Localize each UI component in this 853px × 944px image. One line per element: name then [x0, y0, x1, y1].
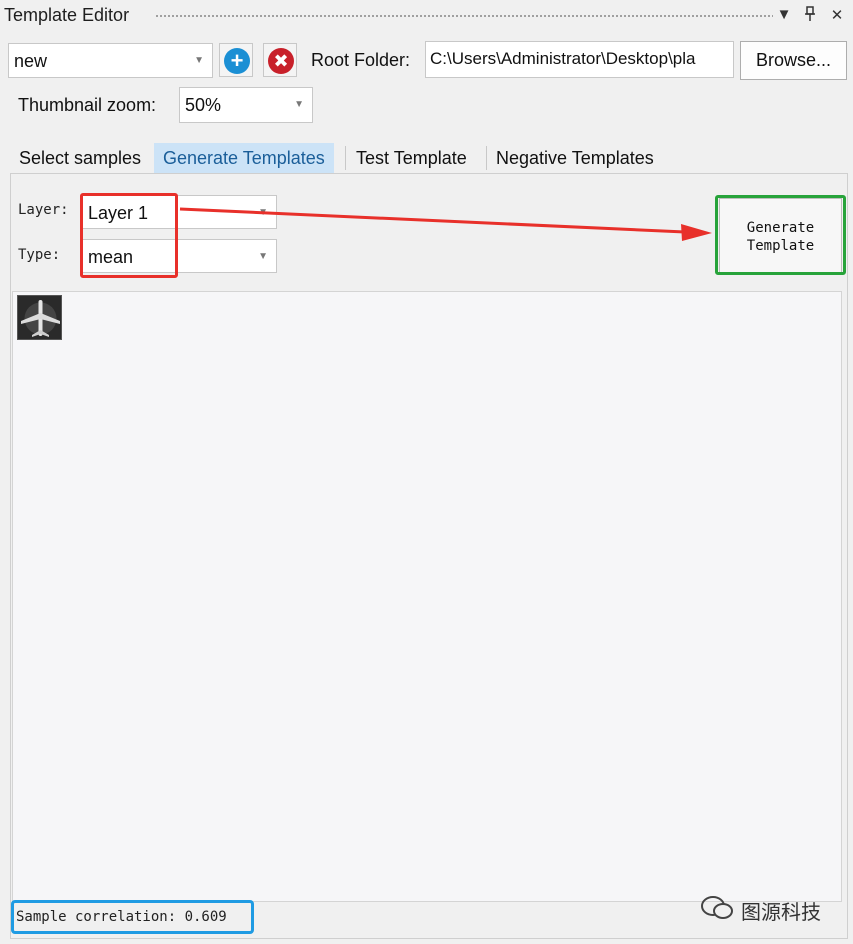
- chevron-down-icon: ▼: [294, 99, 304, 110]
- tab-negative-templates[interactable]: Negative Templates: [487, 143, 663, 173]
- generate-button-highlight: [715, 195, 846, 275]
- tab-generate-templates[interactable]: Generate Templates: [154, 143, 334, 173]
- template-select-value: new: [14, 51, 48, 71]
- tab-select-samples[interactable]: Select samples: [10, 143, 150, 173]
- tab-separator: [345, 146, 346, 170]
- layer-label: Layer:: [18, 202, 69, 218]
- thumbnail-canvas[interactable]: [12, 291, 842, 902]
- x-circle-icon: ✖: [268, 48, 294, 74]
- chevron-down-icon: ▼: [258, 251, 268, 262]
- root-folder-label: Root Folder:: [311, 50, 411, 70]
- watermark-text: 图源科技: [741, 902, 821, 924]
- root-folder-input[interactable]: C:\Users\Administrator\Desktop\pla: [425, 41, 734, 78]
- dropdown-icon[interactable]: ▼: [775, 6, 793, 23]
- airplane-thumbnail[interactable]: [17, 295, 62, 340]
- title-grip[interactable]: [155, 14, 773, 19]
- tab-test-template[interactable]: Test Template: [347, 143, 476, 173]
- type-label: Type:: [18, 247, 61, 263]
- thumbnail-zoom-value: 50%: [185, 95, 222, 115]
- thumbnail-zoom-label: Thumbnail zoom:: [18, 95, 157, 115]
- browse-button[interactable]: Browse...: [740, 41, 847, 80]
- delete-template-button[interactable]: ✖: [263, 43, 297, 77]
- layer-type-highlight: [80, 193, 178, 278]
- close-icon[interactable]: ✕: [828, 6, 846, 24]
- template-select[interactable]: new ▼: [8, 43, 213, 78]
- pin-icon[interactable]: [801, 6, 819, 26]
- annotation-arrow: [179, 207, 712, 241]
- add-template-button[interactable]: +: [219, 43, 253, 77]
- plus-circle-icon: +: [224, 48, 250, 74]
- window-title: Template Editor: [4, 5, 130, 25]
- title-bar: Template Editor ▼ ✕: [0, 0, 853, 34]
- wechat-icon: [700, 895, 734, 926]
- airplane-icon: [18, 296, 61, 339]
- correlation-highlight: [11, 900, 254, 934]
- chevron-down-icon: ▼: [194, 55, 204, 66]
- thumbnail-zoom-select[interactable]: 50% ▼: [179, 87, 313, 123]
